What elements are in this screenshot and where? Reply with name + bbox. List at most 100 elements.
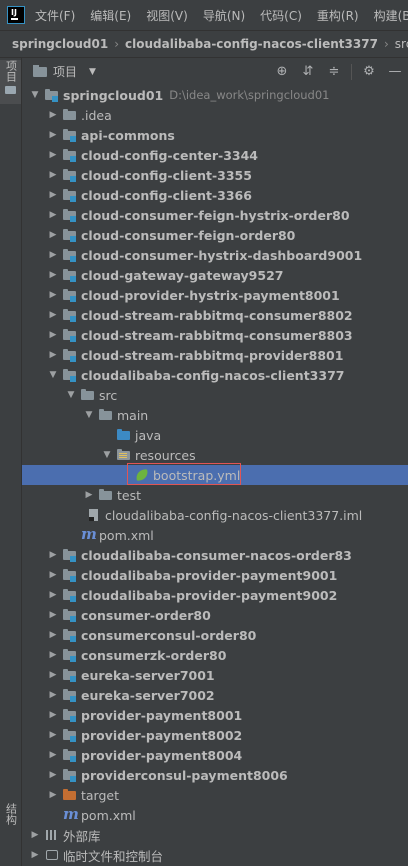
tree-row[interactable]: ▶ 外部库 xyxy=(22,825,408,845)
chevron-down-icon[interactable]: ▼ xyxy=(101,450,113,460)
tree-row[interactable]: ▶ eureka-server7002 xyxy=(22,685,408,705)
tree-row[interactable]: ▶ cloud-stream-rabbitmq-consumer8802 xyxy=(22,305,408,325)
tree-item-label: java xyxy=(135,427,162,443)
side-tab-project[interactable]: 项目 xyxy=(0,60,21,104)
tree-row[interactable]: ▶ cloud-stream-rabbitmq-provider8801 xyxy=(22,345,408,365)
chevron-right-icon[interactable]: ▶ xyxy=(47,210,59,220)
tree-row[interactable]: ▶ cloudalibaba-provider-payment9001 xyxy=(22,565,408,585)
tree-row[interactable]: ▶ eureka-server7001 xyxy=(22,665,408,685)
chevron-right-icon[interactable]: ▶ xyxy=(47,330,59,340)
tree-row[interactable]: ▶ .idea xyxy=(22,105,408,125)
chevron-right-icon[interactable]: ▶ xyxy=(47,310,59,320)
menu-edit[interactable]: 编辑(E) xyxy=(90,7,131,24)
menu-navigate[interactable]: 导航(N) xyxy=(203,7,245,24)
menu-refactor[interactable]: 重构(R) xyxy=(317,7,359,24)
tree-row[interactable]: ▶ cloud-config-center-3344 xyxy=(22,145,408,165)
chevron-right-icon[interactable]: ▶ xyxy=(29,850,41,860)
tree-row[interactable]: ▼ src xyxy=(22,385,408,405)
tree-item-label: consumerzk-order80 xyxy=(81,647,227,663)
menu-file[interactable]: 文件(F) xyxy=(35,7,75,24)
menu-build[interactable]: 构建(B) xyxy=(374,7,408,24)
chevron-right-icon[interactable]: ▶ xyxy=(47,770,59,780)
tree-row[interactable]: ▼ cloudalibaba-config-nacos-client3377 xyxy=(22,365,408,385)
tree-row[interactable]: ▶ cloud-consumer-feign-hystrix-order80 xyxy=(22,205,408,225)
chevron-right-icon[interactable]: ▶ xyxy=(47,150,59,160)
tree-row[interactable]: m pom.xml xyxy=(22,805,408,825)
expand-all-icon[interactable]: ⇵ xyxy=(295,58,321,85)
chevron-down-icon[interactable]: ▼ xyxy=(83,410,95,420)
chevron-right-icon[interactable]: ▶ xyxy=(47,650,59,660)
chevron-right-icon[interactable]: ▶ xyxy=(47,710,59,720)
tree-row[interactable]: ▶ provider-payment8001 xyxy=(22,705,408,725)
chevron-down-icon[interactable]: ▼ xyxy=(65,390,77,400)
chevron-right-icon[interactable]: ▶ xyxy=(47,750,59,760)
breadcrumb-module[interactable]: cloudalibaba-config-nacos-client3377 xyxy=(125,37,378,51)
chevron-right-icon[interactable]: ▶ xyxy=(47,230,59,240)
tree-row[interactable]: ▶ cloud-gateway-gateway9527 xyxy=(22,265,408,285)
chevron-right-icon[interactable]: ▶ xyxy=(47,590,59,600)
tree-row[interactable]: ▶ consumer-order80 xyxy=(22,605,408,625)
tree-row[interactable]: ▶ api-commons xyxy=(22,125,408,145)
breadcrumb-project[interactable]: springcloud01 xyxy=(12,37,108,51)
chevron-right-icon[interactable]: ▶ xyxy=(47,290,59,300)
folder-icon xyxy=(62,108,78,122)
chevron-down-icon[interactable]: ▼ xyxy=(47,370,59,380)
chevron-right-icon[interactable]: ▶ xyxy=(47,570,59,580)
menu-view[interactable]: 视图(V) xyxy=(146,7,188,24)
iml-file-icon xyxy=(86,508,102,522)
chevron-right-icon[interactable]: ▶ xyxy=(47,610,59,620)
chevron-down-icon[interactable]: ▼ xyxy=(89,67,96,77)
chevron-right-icon[interactable]: ▶ xyxy=(47,130,59,140)
chevron-right-icon[interactable]: ▶ xyxy=(47,790,59,800)
side-tab-structure[interactable]: 结构 xyxy=(0,803,21,843)
module-folder-icon xyxy=(62,368,78,382)
chevron-right-icon[interactable]: ▶ xyxy=(47,350,59,360)
tree-row-selected[interactable]: bootstrap.yml xyxy=(22,465,408,485)
tree-row[interactable]: ▶ consumerzk-order80 xyxy=(22,645,408,665)
tree-item-label: cloud-stream-rabbitmq-consumer8803 xyxy=(81,327,353,343)
breadcrumb-src[interactable]: src xyxy=(395,37,408,51)
tree-row[interactable]: m pom.xml xyxy=(22,525,408,545)
chevron-right-icon[interactable]: ▶ xyxy=(47,110,59,120)
tree-row[interactable]: ▼ main xyxy=(22,405,408,425)
tree-row[interactable]: ▶ cloud-consumer-hystrix-dashboard9001 xyxy=(22,245,408,265)
tree-row[interactable]: ▶ cloud-config-client-3366 xyxy=(22,185,408,205)
minimize-icon[interactable]: — xyxy=(382,58,408,85)
chevron-right-icon[interactable]: ▶ xyxy=(47,270,59,280)
chevron-right-icon[interactable]: ▶ xyxy=(47,730,59,740)
locate-file-icon[interactable]: ⊕ xyxy=(269,58,295,85)
tree-row[interactable]: cloudalibaba-config-nacos-client3377.iml xyxy=(22,505,408,525)
tree-row[interactable]: ▶ cloud-provider-hystrix-payment8001 xyxy=(22,285,408,305)
chevron-right-icon[interactable]: ▶ xyxy=(47,250,59,260)
tree-row[interactable]: ▶ cloudalibaba-provider-payment9002 xyxy=(22,585,408,605)
tree-row[interactable]: java xyxy=(22,425,408,445)
chevron-right-icon[interactable]: ▶ xyxy=(47,190,59,200)
tree-item-label: bootstrap.yml xyxy=(153,467,241,483)
chevron-right-icon[interactable]: ▶ xyxy=(47,170,59,180)
tree-row[interactable]: ▶ 临时文件和控制台 xyxy=(22,845,408,865)
tree-row[interactable]: ▶ cloudalibaba-consumer-nacos-order83 xyxy=(22,545,408,565)
tree-row[interactable]: ▶ consumerconsul-order80 xyxy=(22,625,408,645)
tree-row[interactable]: ▶ target xyxy=(22,785,408,805)
tree-row[interactable]: ▶ cloud-stream-rabbitmq-consumer8803 xyxy=(22,325,408,345)
tree-row[interactable]: ▶ provider-payment8002 xyxy=(22,725,408,745)
tree-row[interactable]: ▼ resources xyxy=(22,445,408,465)
tree-row[interactable]: ▶ cloud-consumer-feign-order80 xyxy=(22,225,408,245)
gear-icon[interactable]: ⚙ xyxy=(356,58,382,85)
toolwindow-title[interactable]: 项目 xyxy=(53,63,77,80)
chevron-right-icon[interactable]: ▶ xyxy=(47,630,59,640)
collapse-all-icon[interactable]: ≑ xyxy=(321,58,347,85)
chevron-right-icon[interactable]: ▶ xyxy=(29,830,41,840)
tree-row[interactable]: ▶ test xyxy=(22,485,408,505)
tree-row[interactable]: ▶ providerconsul-payment8006 xyxy=(22,765,408,785)
menu-code[interactable]: 代码(C) xyxy=(260,7,302,24)
chevron-right-icon[interactable]: ▶ xyxy=(83,490,95,500)
chevron-down-icon[interactable]: ▼ xyxy=(29,90,41,100)
tree-row-root[interactable]: ▼ springcloud01 D:\idea_work\springcloud… xyxy=(22,85,408,105)
chevron-right-icon[interactable]: ▶ xyxy=(47,670,59,680)
chevron-right-icon[interactable]: ▶ xyxy=(47,690,59,700)
tree-row[interactable]: ▶ provider-payment8004 xyxy=(22,745,408,765)
chevron-right-icon[interactable]: ▶ xyxy=(47,550,59,560)
tree-row[interactable]: ▶ cloud-config-client-3355 xyxy=(22,165,408,185)
toolwindow-buttons: ⊕ ⇵ ≑ ⚙ — xyxy=(269,58,408,85)
